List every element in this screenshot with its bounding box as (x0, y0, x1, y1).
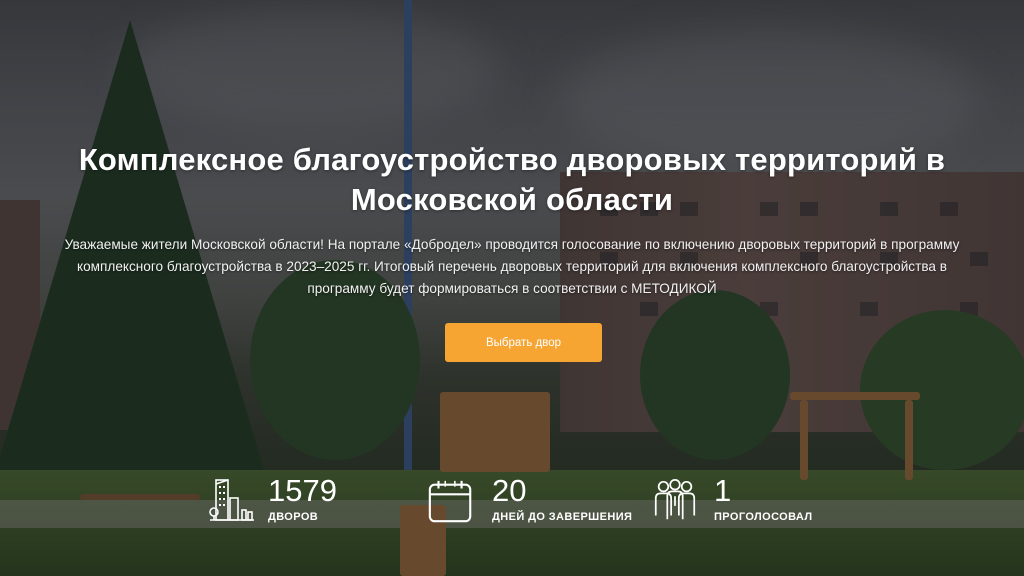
page-description: Уважаемые жители Московской области! На … (64, 237, 960, 296)
stat-value: 1 (714, 473, 732, 508)
stat-voted: 1 ПРОГОЛОСОВАЛ (650, 474, 830, 530)
buildings-icon (209, 479, 254, 521)
stat-label: ДНЕЙ ДО ЗАВЕРШЕНИЯ (492, 511, 633, 523)
stat-days-left: 20 ДНЕЙ ДО ЗАВЕРШЕНИЯ (426, 474, 646, 530)
choose-yard-button[interactable]: Выбрать двор (445, 323, 602, 362)
stat-value: 1579 (268, 473, 337, 508)
calendar-icon (428, 480, 472, 523)
people-group-icon (654, 479, 696, 520)
stat-yards: 1579 ДВОРОВ (206, 474, 356, 530)
page-title: Комплексное благоустройство дворовых тер… (78, 142, 946, 217)
stat-label: ДВОРОВ (268, 511, 319, 523)
stat-value: 20 (492, 473, 527, 508)
stat-label: ПРОГОЛОСОВАЛ (714, 511, 813, 523)
